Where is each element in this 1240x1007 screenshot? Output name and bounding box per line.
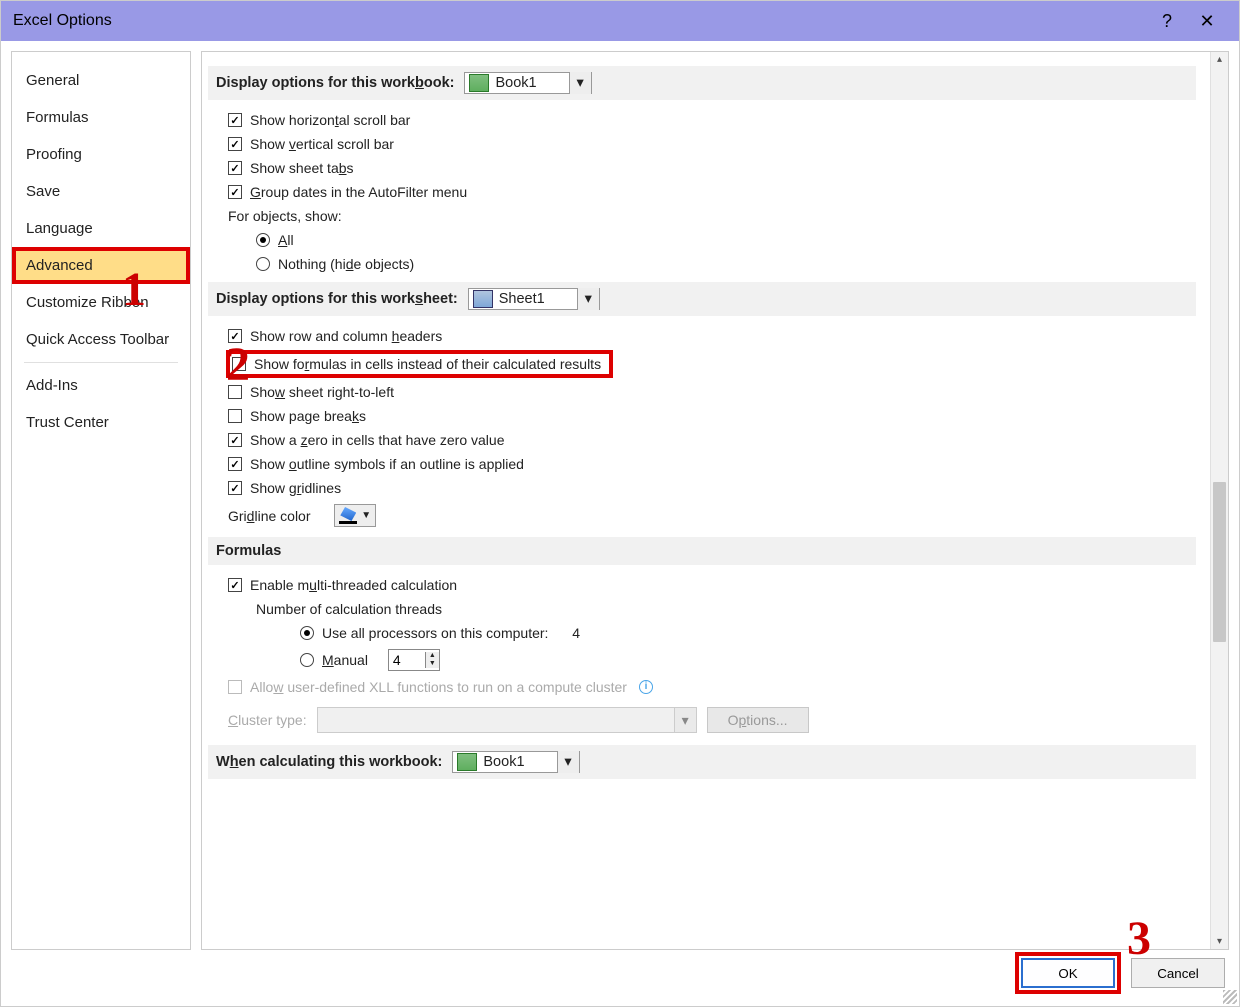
scroll-up-arrow-icon[interactable]: ▴ [1211,54,1228,65]
processor-count: 4 [572,625,580,641]
manual-thread-input[interactable] [389,650,425,670]
options-panel: Display options for this workbook: Book1… [201,51,1229,950]
label-gridline-color: Gridline color [228,508,311,524]
titlebar: Excel Options ? ✕ [1,1,1239,41]
label-objects-nothing: Nothing (hide objects) [278,256,414,272]
annotation-3: 3 [1127,911,1151,966]
checkbox-gridlines[interactable] [228,481,242,495]
close-button[interactable]: ✕ [1187,11,1227,32]
section-display-worksheet: Display options for this worksheet: Shee… [208,282,1196,316]
spinner-up-icon[interactable]: ▲ [426,652,439,660]
label-thread-count: Number of calculation threads [256,601,442,617]
cluster-options-button: Options... [707,707,809,733]
manual-thread-spinner[interactable]: ▲▼ [388,649,440,671]
checkbox-multithread[interactable] [228,578,242,592]
excel-options-dialog: Excel Options ? ✕ General Formulas Proof… [0,0,1240,1007]
radio-all-processors[interactable] [300,626,314,640]
radio-objects-nothing[interactable] [256,257,270,271]
help-button[interactable]: ? [1147,11,1187,32]
highlight-ok: OK [1015,952,1121,994]
checkbox-show-formulas[interactable] [232,357,246,371]
sidebar-item-save[interactable]: Save [12,173,190,210]
sidebar-item-advanced[interactable]: Advanced [12,247,190,284]
sidebar-item-trust-center[interactable]: Trust Center [12,404,190,441]
checkbox-group-dates[interactable] [228,185,242,199]
gridline-color-picker[interactable]: ▼ [334,504,376,527]
checkbox-horizontal-scroll[interactable] [228,113,242,127]
chevron-down-icon: ▾ [674,708,696,732]
label-xll-cluster: Allow user-defined XLL functions to run … [250,679,627,695]
info-icon[interactable]: i [639,680,653,694]
window-title: Excel Options [13,12,112,30]
label-cluster-type: Cluster type: [228,712,307,728]
radio-manual-threads[interactable] [300,653,314,667]
dialog-footer: 3 OK Cancel [1,950,1239,1006]
sidebar-item-add-ins[interactable]: Add-Ins [12,367,190,404]
section-when-calculating: When calculating this workbook: Book1 ▾ [208,745,1196,779]
label-row-col-headers: Show row and column headers [250,328,442,344]
excel-workbook-icon [457,753,477,771]
label-sheet-tabs: Show sheet tabs [250,160,354,176]
worksheet-dropdown[interactable]: Sheet1 ▾ [468,288,600,310]
label-group-dates: Group dates in the AutoFilter menu [250,184,467,200]
label-zero: Show a zero in cells that have zero valu… [250,432,504,448]
calc-workbook-dropdown[interactable]: Book1 ▾ [452,751,579,773]
radio-objects-all[interactable] [256,233,270,247]
excel-sheet-icon [473,290,493,308]
ok-button[interactable]: OK [1021,958,1115,988]
label-horizontal-scroll: Show horizontal scroll bar [250,112,410,128]
label-multithread: Enable multi-threaded calculation [250,577,457,593]
resize-grip-icon[interactable] [1223,990,1237,1004]
sidebar-item-general[interactable]: General [12,62,190,99]
sidebar-item-customize-ribbon[interactable]: Customize Ribbon [12,284,190,321]
label-vertical-scroll: Show vertical scroll bar [250,136,394,152]
spinner-down-icon[interactable]: ▼ [426,660,439,668]
label-manual: Manual [322,652,368,668]
chevron-down-icon: ▾ [569,72,591,94]
checkbox-rtl[interactable] [228,385,242,399]
checkbox-vertical-scroll[interactable] [228,137,242,151]
checkbox-page-breaks[interactable] [228,409,242,423]
label-gridlines: Show gridlines [250,480,341,496]
category-sidebar: General Formulas Proofing Save Language … [11,51,191,950]
label-for-objects: For objects, show: [228,208,342,224]
label-outline: Show outline symbols if an outline is ap… [250,456,524,472]
checkbox-sheet-tabs[interactable] [228,161,242,175]
label-show-formulas: Show formulas in cells instead of their … [254,356,601,372]
sidebar-item-proofing[interactable]: Proofing [12,136,190,173]
checkbox-outline[interactable] [228,457,242,471]
label-objects-all: All [278,232,294,248]
highlight-show-formulas: Show formulas in cells instead of their … [226,350,613,378]
paint-bucket-icon [340,507,356,521]
sidebar-item-formulas[interactable]: Formulas [12,99,190,136]
section-formulas: Formulas [208,537,1196,565]
chevron-down-icon: ▾ [577,288,599,310]
chevron-down-icon: ▼ [361,510,371,521]
label-all-processors: Use all processors on this computer: [322,625,548,641]
cluster-type-dropdown: ▾ [317,707,697,733]
sidebar-item-language[interactable]: Language [12,210,190,247]
checkbox-zero[interactable] [228,433,242,447]
scroll-down-arrow-icon[interactable]: ▾ [1211,936,1228,947]
excel-workbook-icon [469,74,489,92]
label-page-breaks: Show page breaks [250,408,366,424]
scrollbar-thumb[interactable] [1213,482,1226,642]
checkbox-row-col-headers[interactable] [228,329,242,343]
checkbox-xll-cluster [228,680,242,694]
sidebar-item-quick-access[interactable]: Quick Access Toolbar [12,321,190,358]
chevron-down-icon: ▾ [557,751,579,773]
workbook-dropdown[interactable]: Book1 ▾ [464,72,591,94]
label-rtl: Show sheet right-to-left [250,384,394,400]
vertical-scrollbar[interactable]: ▴ ▾ [1210,52,1228,949]
section-display-workbook: Display options for this workbook: Book1… [208,66,1196,100]
